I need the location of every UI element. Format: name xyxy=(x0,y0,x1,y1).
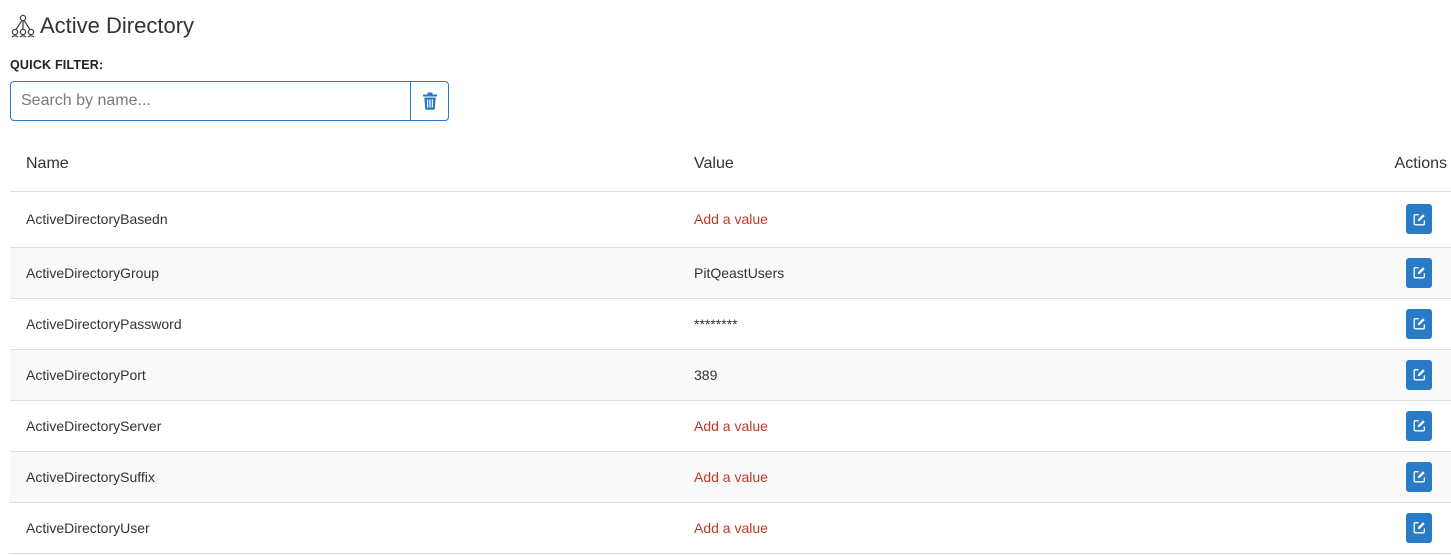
setting-name: ActiveDirectoryUser xyxy=(10,502,678,554)
quick-filter-group xyxy=(10,81,449,121)
table-row: ActiveDirectoryUser Add a value xyxy=(10,502,1451,554)
edit-icon xyxy=(1413,213,1426,226)
setting-name: ActiveDirectorySuffix xyxy=(10,451,678,503)
setting-name: ActiveDirectoryPassword xyxy=(10,298,678,350)
edit-icon xyxy=(1413,317,1426,330)
column-header-name: Name xyxy=(10,137,678,192)
settings-table: Name Value Actions ActiveDirectoryBasedn… xyxy=(10,137,1451,554)
table-row: ActiveDirectoryGroup PitQeastUsers xyxy=(10,247,1451,299)
network-tree-icon xyxy=(10,13,36,39)
edit-button[interactable] xyxy=(1406,410,1432,441)
search-input[interactable] xyxy=(10,81,410,121)
edit-button[interactable] xyxy=(1406,204,1432,234)
column-header-value: Value xyxy=(678,137,1348,192)
column-header-actions: Actions xyxy=(1348,137,1451,192)
add-value-link[interactable]: Add a value xyxy=(694,418,768,434)
edit-button[interactable] xyxy=(1406,257,1432,288)
table-header-row: Name Value Actions xyxy=(10,137,1451,192)
table-row: ActiveDirectoryBasedn Add a value xyxy=(10,191,1451,248)
add-value-link[interactable]: Add a value xyxy=(694,469,768,485)
edit-icon xyxy=(1413,266,1426,279)
edit-icon xyxy=(1413,470,1426,483)
setting-name: ActiveDirectoryServer xyxy=(10,400,678,452)
setting-name: ActiveDirectoryBasedn xyxy=(10,191,678,248)
page: Active Directory QUICK FILTER: Name xyxy=(0,0,1451,556)
setting-value: PitQeastUsers xyxy=(678,247,1348,299)
add-value-link[interactable]: Add a value xyxy=(694,520,768,536)
setting-value: 389 xyxy=(678,349,1348,401)
table-row: ActiveDirectoryPort 389 xyxy=(10,349,1451,401)
table-row: ActiveDirectoryPassword ******** xyxy=(10,298,1451,350)
setting-name: ActiveDirectoryPort xyxy=(10,349,678,401)
edit-button[interactable] xyxy=(1406,512,1432,543)
settings-table-container: Name Value Actions ActiveDirectoryBasedn… xyxy=(10,137,1451,554)
page-title: Active Directory xyxy=(40,13,195,38)
edit-icon xyxy=(1413,419,1426,432)
edit-button[interactable] xyxy=(1406,359,1432,390)
table-row: ActiveDirectorySuffix Add a value xyxy=(10,451,1451,503)
page-header: Active Directory xyxy=(10,11,194,41)
table-row: ActiveDirectoryServer Add a value xyxy=(10,400,1451,452)
edit-button[interactable] xyxy=(1406,461,1432,492)
quick-filter-label: QUICK FILTER: xyxy=(10,58,104,72)
clear-filter-button[interactable] xyxy=(410,81,449,121)
edit-icon xyxy=(1413,521,1426,534)
edit-icon xyxy=(1413,368,1426,381)
trash-icon xyxy=(422,92,438,110)
setting-name: ActiveDirectoryGroup xyxy=(10,247,678,299)
setting-value: ******** xyxy=(678,298,1348,350)
edit-button[interactable] xyxy=(1406,308,1432,339)
add-value-link[interactable]: Add a value xyxy=(694,211,768,227)
